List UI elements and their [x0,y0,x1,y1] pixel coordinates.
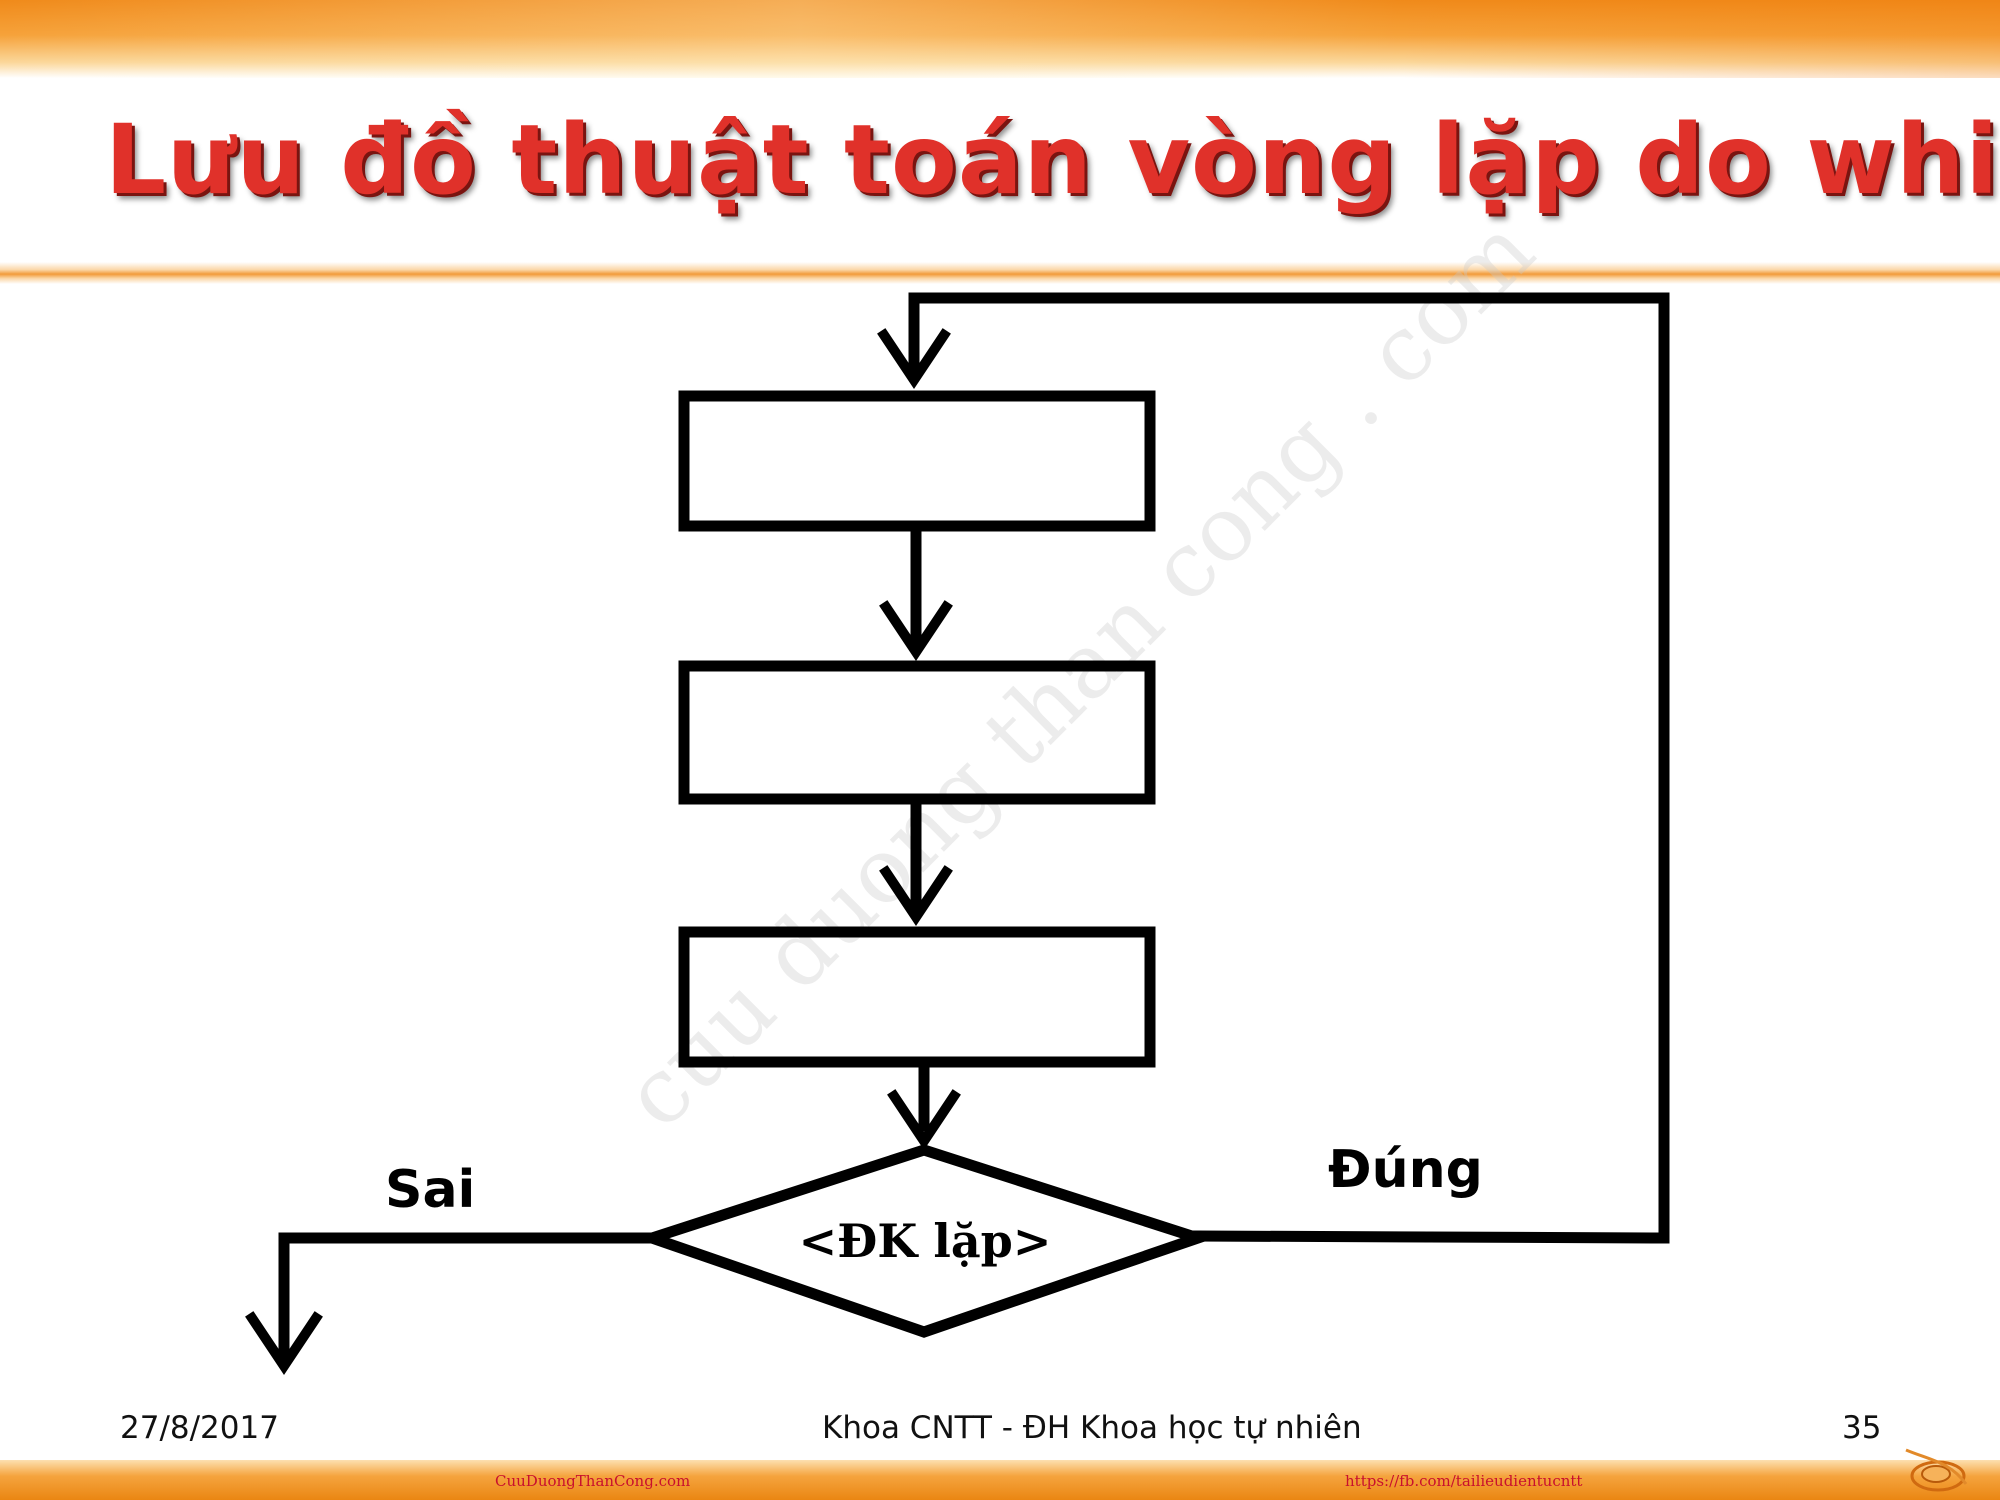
footer-date: 27/8/2017 [120,1410,279,1446]
flowchart [245,292,1670,1376]
process-box-3 [678,926,1156,1068]
page-number: 35 [1842,1410,1882,1446]
process-box-2 [678,660,1156,805]
loop-back-line [908,292,1670,1244]
process-box-1 [678,390,1156,532]
swirl-logo-icon [1905,1448,1968,1492]
false-branch-label: Sai [385,1160,476,1220]
bottom-decorative-band [0,1460,2000,1500]
footer-link-right[interactable]: https://fb.com/tailieudientucntt [1345,1472,1582,1490]
footer-link-left[interactable]: CuuDuongThanCong.com [495,1472,690,1490]
footer-institution: Khoa CNTT - ĐH Khoa học tự nhiên [822,1410,1362,1446]
decision-label: <ĐK lặp> [798,1214,1052,1268]
true-branch-label: Đúng [1328,1140,1483,1200]
exit-line [278,1232,658,1358]
